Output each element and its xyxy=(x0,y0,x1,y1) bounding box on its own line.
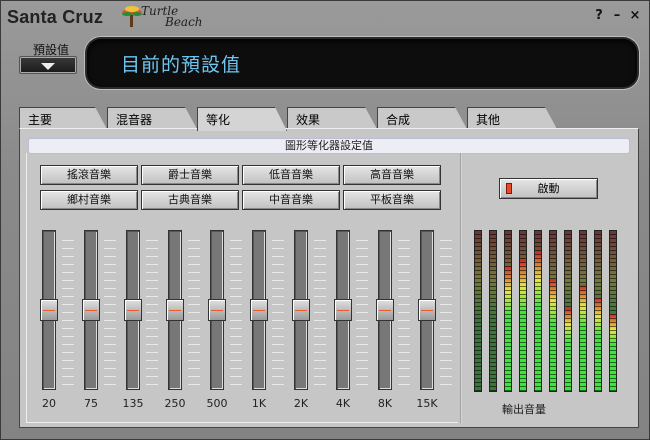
eq-slider-15k[interactable] xyxy=(418,230,460,390)
led-indicator-icon xyxy=(506,183,512,194)
preset-jazz-button[interactable]: 爵士音樂 xyxy=(141,165,239,185)
freq-label-15k: 15K xyxy=(416,397,438,410)
level-meter-segments xyxy=(535,231,541,391)
eq-slider-75[interactable] xyxy=(82,230,124,390)
level-meter-segments xyxy=(565,231,571,391)
preset-dropdown-button[interactable] xyxy=(19,56,77,74)
slider-knob[interactable] xyxy=(124,299,142,321)
palm-tree-icon xyxy=(122,6,142,27)
minimize-button[interactable]: – xyxy=(611,9,623,23)
level-meter-segments xyxy=(505,231,511,391)
preset-midrange-button[interactable]: 中音音樂 xyxy=(242,190,340,210)
slider-knob[interactable] xyxy=(250,299,268,321)
eq-slider-4k[interactable] xyxy=(334,230,376,390)
level-meter-segments xyxy=(475,231,481,391)
eq-slider-2k[interactable] xyxy=(292,230,334,390)
window-controls: ? – × xyxy=(593,9,641,23)
output-level-meters xyxy=(474,230,620,394)
freq-label-135: 135 xyxy=(122,397,144,410)
preset-bass-button[interactable]: 低音音樂 xyxy=(242,165,340,185)
level-meter-segments xyxy=(595,231,601,391)
freq-label-75: 75 xyxy=(84,397,98,410)
logo-text-beach: Beach xyxy=(165,15,203,29)
slider-knob[interactable] xyxy=(418,299,436,321)
tab-bar: 主要 混音器 等化 效果 合成 其他 xyxy=(19,107,639,129)
section-title: 圖形等化器設定值 xyxy=(28,138,630,154)
tab-mixer[interactable]: 混音器 xyxy=(107,107,197,129)
preset-classical-button[interactable]: 古典音樂 xyxy=(141,190,239,210)
freq-label-1k: 1K xyxy=(251,397,267,410)
tab-synth[interactable]: 合成 xyxy=(377,107,467,129)
level-meter-3 xyxy=(504,230,512,392)
freq-label-8k: 8K xyxy=(377,397,393,410)
preset-rock-button[interactable]: 搖滾音樂 xyxy=(40,165,138,185)
slider-ticks xyxy=(440,234,452,386)
chevron-down-icon xyxy=(41,63,55,70)
freq-label-2k: 2K xyxy=(293,397,309,410)
slider-ticks xyxy=(188,234,200,386)
preset-country-button[interactable]: 鄉村音樂 xyxy=(40,190,138,210)
eq-slider-250[interactable] xyxy=(166,230,208,390)
level-meter-9 xyxy=(594,230,602,392)
eq-slider-500[interactable] xyxy=(208,230,250,390)
preset-display: 目前的預設值 xyxy=(87,39,637,87)
tab-equalizer[interactable]: 等化 xyxy=(197,107,287,131)
freq-label-250: 250 xyxy=(164,397,186,410)
slider-knob[interactable] xyxy=(82,299,100,321)
preset-flat-button[interactable]: 平板音樂 xyxy=(343,190,441,210)
tab-effects[interactable]: 效果 xyxy=(287,107,377,129)
freq-label-4k: 4K xyxy=(335,397,351,410)
freq-label-500: 500 xyxy=(206,397,228,410)
eq-slider-1k[interactable] xyxy=(250,230,292,390)
eq-slider-135[interactable] xyxy=(124,230,166,390)
slider-ticks xyxy=(146,234,158,386)
slider-knob[interactable] xyxy=(292,299,310,321)
level-meter-segments xyxy=(580,231,586,391)
slider-ticks xyxy=(230,234,242,386)
slider-ticks xyxy=(356,234,368,386)
level-meter-7 xyxy=(564,230,572,392)
level-meter-10 xyxy=(609,230,617,392)
slider-ticks xyxy=(314,234,326,386)
help-button[interactable]: ? xyxy=(593,9,605,23)
level-meter-segments xyxy=(520,231,526,391)
eq-slider-8k[interactable] xyxy=(376,230,418,390)
level-meter-5 xyxy=(534,230,542,392)
level-meter-6 xyxy=(549,230,557,392)
turtle-beach-logo: Turtle Beach xyxy=(121,4,203,30)
close-button[interactable]: × xyxy=(629,9,641,23)
level-meter-segments xyxy=(610,231,616,391)
slider-ticks xyxy=(104,234,116,386)
start-button[interactable]: 啟動 xyxy=(499,178,598,199)
level-meter-4 xyxy=(519,230,527,392)
level-meter-2 xyxy=(489,230,497,392)
brand-title: Santa Cruz xyxy=(7,7,104,27)
start-button-label: 啟動 xyxy=(537,182,560,195)
app-window: Santa Cruz Turtle Beach ? – × 預設值 目前的預設值… xyxy=(0,0,650,440)
slider-knob[interactable] xyxy=(208,299,226,321)
level-meter-8 xyxy=(579,230,587,392)
eq-slider-20[interactable] xyxy=(40,230,82,390)
level-meter-segments xyxy=(550,231,556,391)
slider-knob[interactable] xyxy=(166,299,184,321)
preset-treble-button[interactable]: 高音音樂 xyxy=(343,165,441,185)
slider-ticks xyxy=(62,234,74,386)
slider-knob[interactable] xyxy=(334,299,352,321)
slider-knob[interactable] xyxy=(376,299,394,321)
output-volume-label: 輸出音量 xyxy=(502,403,546,416)
level-meter-segments xyxy=(490,231,496,391)
current-preset-name: 目前的預設值 xyxy=(121,54,242,76)
slider-ticks xyxy=(272,234,284,386)
tab-main[interactable]: 主要 xyxy=(19,107,107,129)
freq-label-20: 20 xyxy=(42,397,56,410)
slider-ticks xyxy=(398,234,410,386)
equalizer-panel: 圖形等化器設定值 搖滾音樂 爵士音樂 低音音樂 高音音樂 鄉村音樂 古典音樂 中… xyxy=(19,128,639,428)
tab-other[interactable]: 其他 xyxy=(467,107,557,129)
divider xyxy=(460,153,462,423)
level-meter-1 xyxy=(474,230,482,392)
slider-knob[interactable] xyxy=(40,299,58,321)
